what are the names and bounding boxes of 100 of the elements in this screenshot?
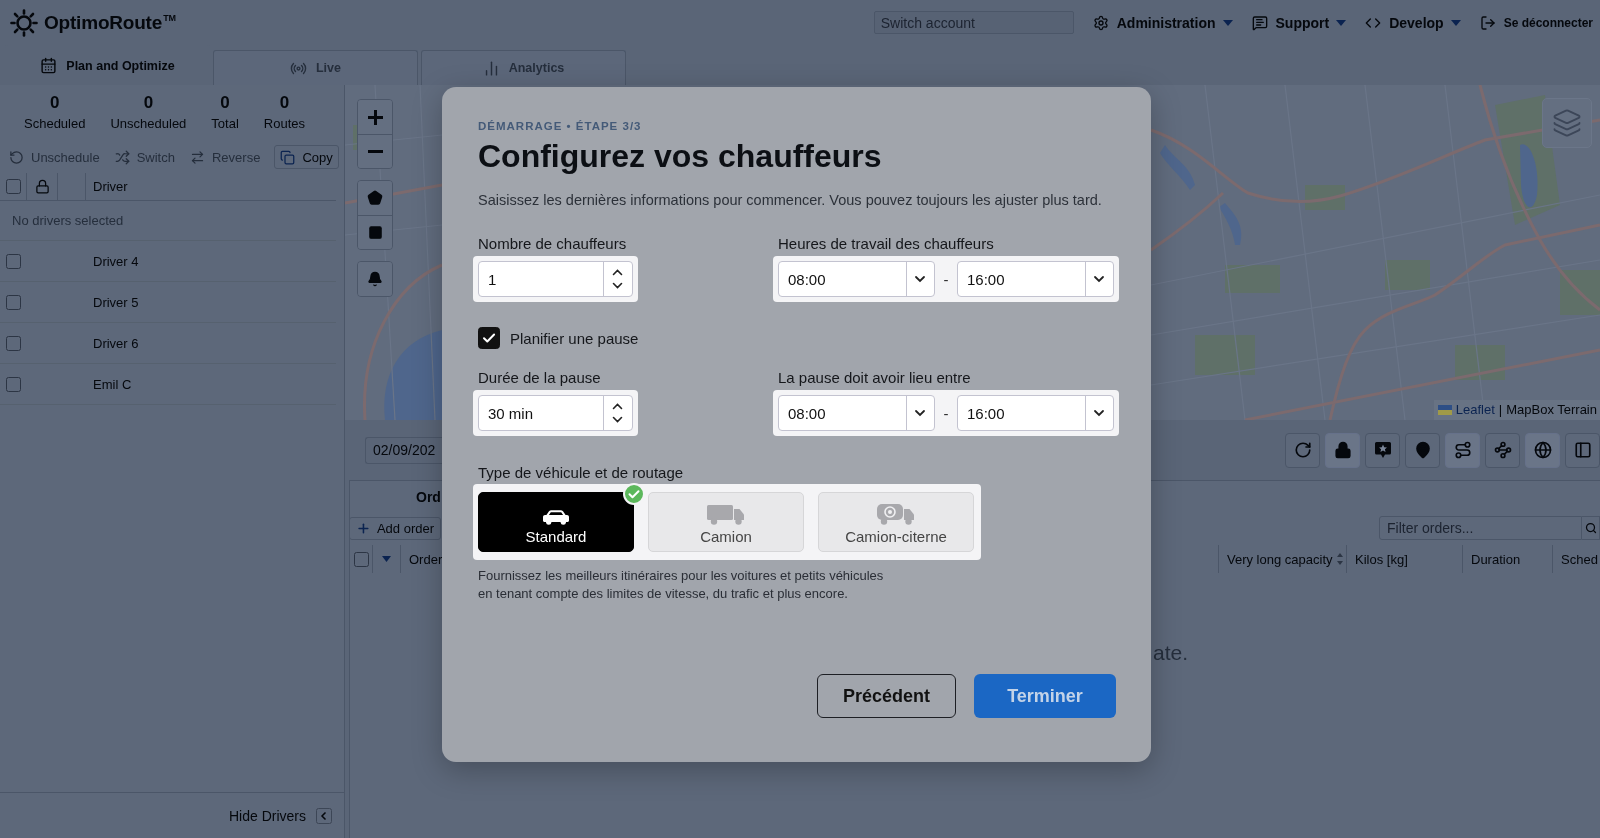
add-order-button[interactable]: Add order	[349, 516, 441, 540]
column-header[interactable]: Kilos [kg]	[1346, 545, 1462, 573]
layers-button[interactable]	[1542, 98, 1592, 148]
truck-icon	[707, 505, 745, 525]
lock-icon	[1333, 441, 1352, 459]
empty-orders-message: ate.	[1153, 641, 1189, 664]
search-icon	[1584, 522, 1597, 534]
action-button[interactable]: Copy	[274, 145, 339, 169]
checkbox[interactable]	[6, 335, 21, 351]
map-tool-button[interactable]	[1525, 432, 1560, 468]
stat-label: Unscheduled	[110, 115, 187, 133]
field-label: Durée de la pause	[478, 368, 601, 388]
switch-account-field[interactable]: Switch account	[873, 11, 1074, 34]
vehicle-option[interactable]: Camion	[648, 492, 804, 552]
orders-title: Ord	[416, 488, 441, 505]
checkbox[interactable]	[6, 376, 21, 392]
checkbox[interactable]	[6, 294, 21, 310]
logout-icon	[1479, 14, 1496, 31]
menu-button[interactable]: Se déconnecter	[1479, 14, 1593, 31]
range-separator: -	[942, 404, 950, 422]
driver-name: Driver 6	[92, 335, 140, 351]
time-select[interactable]: 16:00	[957, 261, 1114, 297]
vehicle-option[interactable]: Standard	[478, 492, 634, 552]
vehicle-option[interactable]: Camion-citerne	[818, 492, 974, 552]
panel-icon	[1573, 441, 1592, 459]
map-tool-button[interactable]	[1325, 432, 1360, 468]
vehicle-description: Fournissez les meilleurs itinéraires pour les voitures et petits véhicules en tenant compte des limites de vitesse, du trafic et plus encore.	[478, 567, 885, 603]
menu-button[interactable]: Administration	[1092, 14, 1233, 31]
step-label: DÉMARRAGE • ÉTAPE 3/3	[478, 119, 643, 134]
route-icon	[1453, 441, 1472, 459]
filter-orders-field[interactable]: Filter orders...	[1379, 516, 1582, 540]
map-tool-button[interactable]	[1405, 432, 1440, 468]
layers-icon	[1552, 108, 1582, 138]
search-button[interactable]	[1582, 516, 1600, 540]
time-select[interactable]: 16:00	[957, 395, 1114, 431]
pentagon-icon	[367, 190, 383, 206]
empty-message: No drivers selected	[11, 213, 124, 228]
swap-arrows-icon	[189, 149, 205, 165]
map-tool-button[interactable]	[1365, 432, 1400, 468]
finish-button[interactable]: Terminer	[974, 674, 1116, 718]
leaflet-link[interactable]: Leaflet	[1455, 402, 1495, 417]
shuffle-icon	[114, 149, 130, 165]
stat-value: 0	[220, 93, 230, 113]
column-header: Driver	[92, 178, 129, 196]
number-field[interactable]: 1	[478, 261, 633, 297]
map-tool-button[interactable]	[1565, 432, 1600, 468]
menu-button[interactable]: Develop	[1365, 14, 1461, 31]
menu-button[interactable]: Support	[1251, 14, 1347, 31]
car-icon	[543, 510, 569, 525]
caret-icon[interactable]	[382, 556, 391, 562]
back-button[interactable]: Précédent	[817, 674, 956, 718]
circular-arrow-icon	[9, 149, 24, 165]
column-header[interactable]: Order	[409, 551, 443, 567]
bell-icon	[367, 271, 383, 287]
attribution-separator: |	[1498, 402, 1503, 417]
stat-label: Total	[211, 115, 239, 133]
star-bubble-icon	[1373, 441, 1392, 459]
draw-rectangle-button[interactable]	[358, 215, 392, 249]
square-icon	[367, 225, 383, 240]
refresh-icon	[1293, 441, 1312, 459]
column-header[interactable]: Sched	[1552, 545, 1600, 573]
chevron-left-icon	[316, 807, 332, 824]
nav-tab[interactable]: Analytics	[421, 50, 626, 85]
checkbox[interactable]	[353, 551, 369, 567]
column-header[interactable]: Very long capacity	[1218, 545, 1346, 573]
map-tool-button[interactable]	[1485, 432, 1520, 468]
waypoints-icon	[1493, 441, 1512, 459]
checkbox[interactable]	[478, 327, 500, 349]
time-select[interactable]: 08:00	[778, 395, 935, 431]
column-header[interactable]: Duration	[1462, 545, 1552, 573]
tanker-truck-icon	[877, 503, 915, 525]
plus-icon	[356, 520, 371, 536]
flag-icon	[1437, 404, 1452, 415]
dialog-subtitle: Saisissez les dernières informations pour commencer. Vous pouvez toujours les ajuster plus tard.	[478, 191, 1103, 210]
calendar-icon	[40, 57, 58, 74]
zoom-out-button[interactable]	[358, 134, 392, 168]
field-label: Type de véhicule et de routage	[478, 463, 684, 483]
field-label: La pause doit avoir lieu entre	[778, 368, 971, 388]
field-label: Nombre de chauffeurs	[478, 234, 627, 254]
checkbox-label: Planifier une pause	[510, 329, 639, 347]
range-separator: -	[942, 270, 950, 288]
minus-icon	[367, 150, 383, 153]
checkbox[interactable]	[6, 253, 21, 269]
notifications-button[interactable]	[358, 262, 392, 296]
nav-tab[interactable]: Live	[213, 50, 418, 85]
globe-icon	[1533, 441, 1552, 459]
stat-value: 0	[50, 93, 60, 113]
gear-icon	[1092, 14, 1109, 31]
map-tool-button[interactable]	[1445, 432, 1480, 468]
number-field[interactable]: 30 min	[478, 395, 633, 431]
stat-value: 0	[143, 93, 154, 113]
driver-name: Driver 5	[92, 294, 140, 310]
checkbox[interactable]	[5, 179, 21, 194]
map-tool-button[interactable]	[1285, 432, 1320, 468]
hide-drivers-button[interactable]: Hide Drivers	[229, 807, 332, 824]
time-select[interactable]: 08:00	[778, 261, 935, 297]
field-label: Heures de travail des chauffeurs	[778, 234, 994, 254]
sort-icon[interactable]	[1336, 553, 1343, 565]
dialog-title: Configurez vos chauffeurs	[478, 137, 883, 175]
plus-icon	[367, 109, 383, 125]
